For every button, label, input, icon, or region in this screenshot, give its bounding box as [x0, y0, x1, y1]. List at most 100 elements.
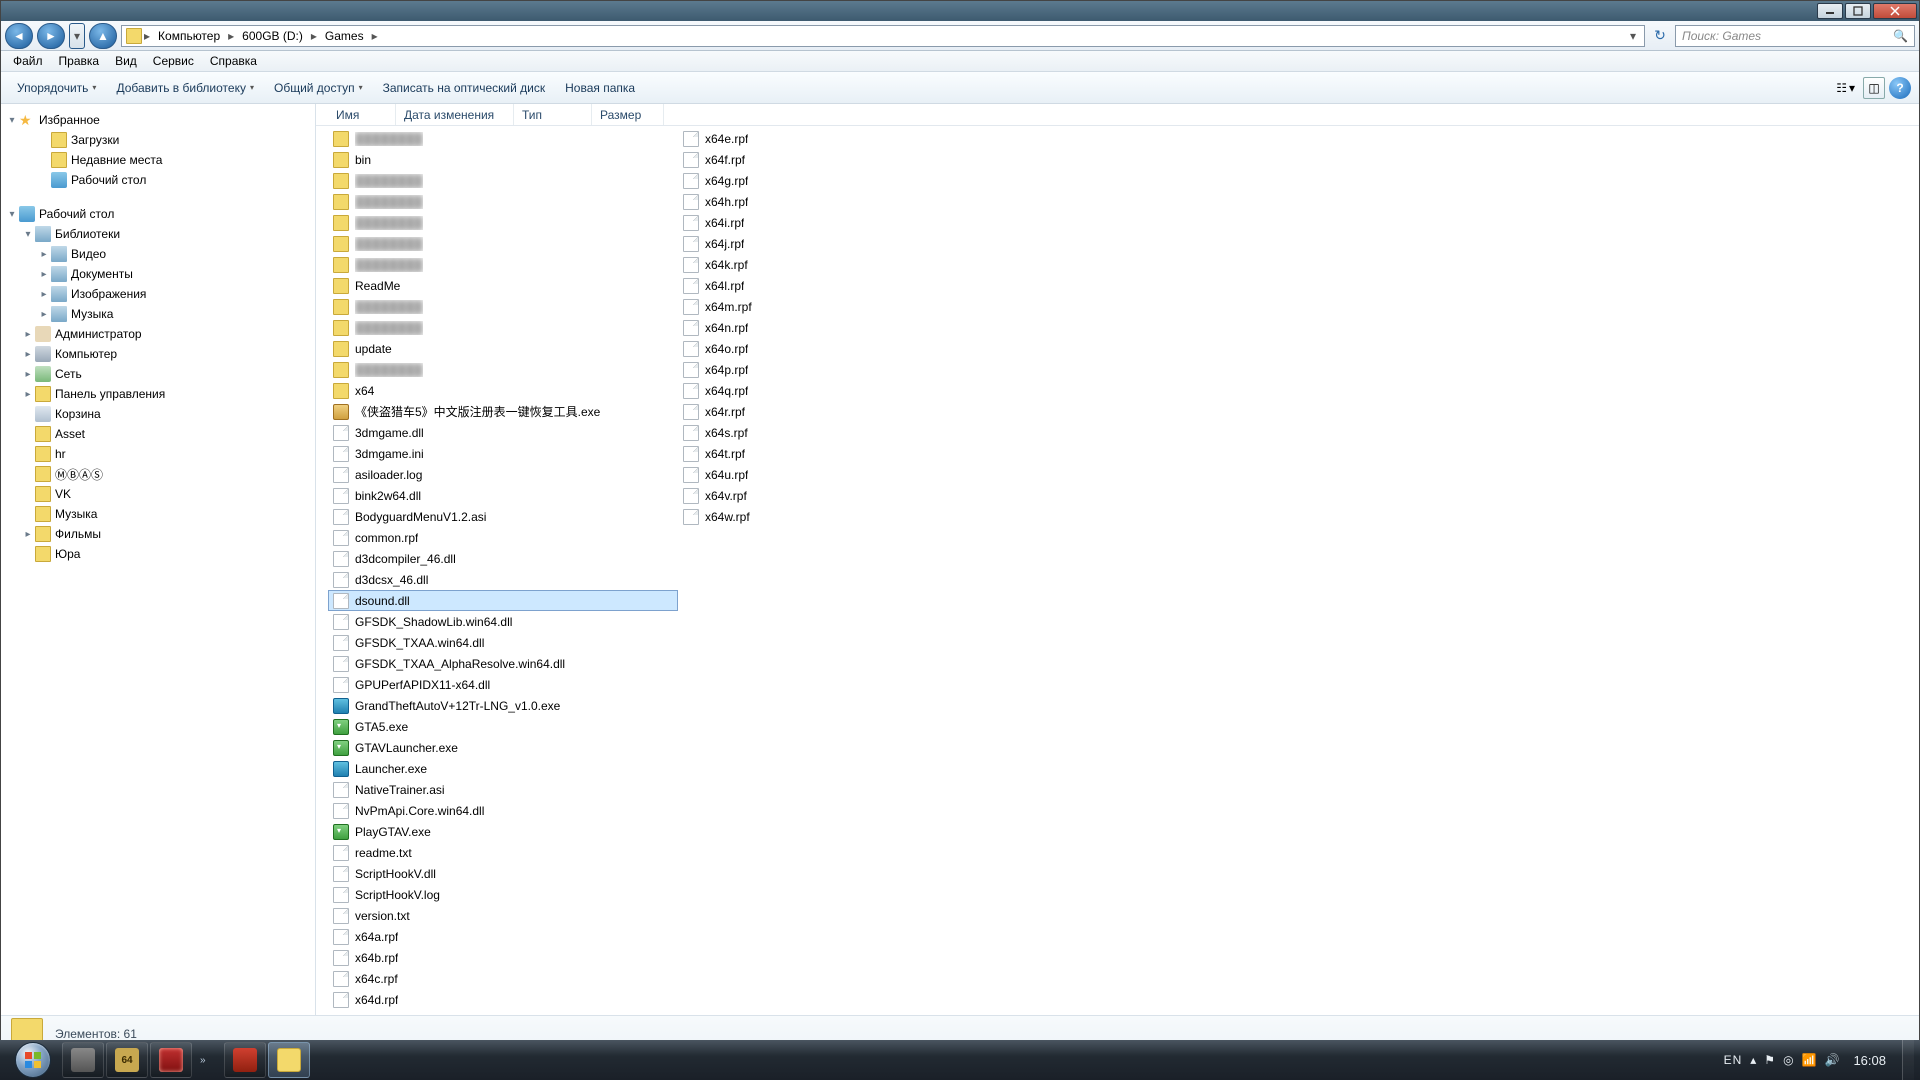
- volume-icon[interactable]: 🔊: [1825, 1053, 1840, 1067]
- maximize-button[interactable]: [1845, 3, 1871, 19]
- file-item[interactable]: x64n.rpf: [678, 317, 1028, 338]
- file-item[interactable]: x64u.rpf: [678, 464, 1028, 485]
- breadcrumb-folder[interactable]: Games: [319, 27, 370, 45]
- action-center-icon[interactable]: ⚑: [1764, 1053, 1775, 1067]
- file-item[interactable]: 《侠盗猎车5》中文版注册表一键恢复工具.exe: [328, 401, 678, 422]
- tree-subitem[interactable]: ▸Изображения: [1, 284, 315, 304]
- col-size[interactable]: Размер: [592, 104, 664, 125]
- file-item[interactable]: x64d.rpf: [328, 989, 678, 1010]
- file-item[interactable]: x64p.rpf: [678, 359, 1028, 380]
- breadcrumb-drive[interactable]: 600GB (D:): [236, 27, 309, 45]
- navigation-tree[interactable]: ▾★ИзбранноеЗагрузкиНедавние местаРабочий…: [1, 104, 316, 1015]
- file-item[interactable]: x64q.rpf: [678, 380, 1028, 401]
- file-item[interactable]: x64b.rpf: [328, 947, 678, 968]
- file-item[interactable]: asiloader.log: [328, 464, 678, 485]
- file-grid[interactable]: ████████bin█████████████████████████████…: [316, 126, 1919, 1015]
- language-indicator[interactable]: EN: [1724, 1053, 1743, 1067]
- taskbar-running-item[interactable]: [224, 1042, 266, 1078]
- tree-item[interactable]: Музыка: [1, 504, 315, 524]
- file-item[interactable]: NativeTrainer.asi: [328, 779, 678, 800]
- tree-fav-item[interactable]: Рабочий стол: [1, 170, 315, 190]
- minimize-button[interactable]: [1817, 3, 1843, 19]
- view-mode-button[interactable]: ☷▾: [1832, 79, 1859, 97]
- tree-item[interactable]: Корзина: [1, 404, 315, 424]
- tree-item[interactable]: VK: [1, 484, 315, 504]
- tree-item[interactable]: ⓂⒷⒶⓈ: [1, 464, 315, 484]
- help-button[interactable]: ?: [1889, 77, 1911, 99]
- tree-subitem[interactable]: ▸Видео: [1, 244, 315, 264]
- file-item[interactable]: NvPmApi.Core.win64.dll: [328, 800, 678, 821]
- taskbar-pinned-item[interactable]: [150, 1042, 192, 1078]
- add-to-library-button[interactable]: Добавить в библиотеку▾: [108, 77, 262, 99]
- burn-button[interactable]: Записать на оптический диск: [375, 77, 554, 99]
- file-item[interactable]: x64o.rpf: [678, 338, 1028, 359]
- menu-help[interactable]: Справка: [202, 52, 265, 70]
- tree-item[interactable]: ▸Сеть: [1, 364, 315, 384]
- nav-up-button[interactable]: ▲: [89, 23, 117, 49]
- tree-desktop[interactable]: ▾Рабочий стол: [1, 204, 315, 224]
- menu-file[interactable]: Файл: [5, 52, 51, 70]
- menu-tools[interactable]: Сервис: [145, 52, 202, 70]
- file-item[interactable]: ████████: [328, 359, 678, 380]
- network-icon[interactable]: 📶: [1802, 1053, 1817, 1067]
- file-item[interactable]: GPUPerfAPIDX11-x64.dll: [328, 674, 678, 695]
- file-item[interactable]: GrandTheftAutoV+12Tr-LNG_v1.0.exe: [328, 695, 678, 716]
- col-type[interactable]: Тип: [514, 104, 592, 125]
- menu-view[interactable]: Вид: [107, 52, 145, 70]
- col-name[interactable]: Имя: [328, 104, 396, 125]
- tree-subitem[interactable]: ▸Музыка: [1, 304, 315, 324]
- tree-item[interactable]: Юра: [1, 544, 315, 564]
- file-item[interactable]: d3dcsx_46.dll: [328, 569, 678, 590]
- file-item[interactable]: ████████: [328, 128, 678, 149]
- tree-fav-item[interactable]: Недавние места: [1, 150, 315, 170]
- nav-forward-button[interactable]: ►: [37, 23, 65, 49]
- taskbar-clock[interactable]: 16:08: [1847, 1053, 1892, 1068]
- organize-button[interactable]: Упорядочить▾: [9, 77, 104, 99]
- nav-history-dropdown[interactable]: ▾: [69, 23, 85, 49]
- file-item[interactable]: GTAVLauncher.exe: [328, 737, 678, 758]
- address-bar[interactable]: ▸ Компьютер ▸ 600GB (D:) ▸ Games ▸ ▾: [121, 25, 1645, 47]
- file-item[interactable]: x64m.rpf: [678, 296, 1028, 317]
- file-item[interactable]: x64a.rpf: [328, 926, 678, 947]
- tree-item[interactable]: ▸Администратор: [1, 324, 315, 344]
- file-item[interactable]: GFSDK_TXAA_AlphaResolve.win64.dll: [328, 653, 678, 674]
- search-input[interactable]: Поиск: Games 🔍: [1675, 25, 1915, 47]
- tree-favorites[interactable]: ▾★Избранное: [1, 110, 315, 130]
- preview-pane-button[interactable]: ◫: [1863, 77, 1885, 99]
- new-folder-button[interactable]: Новая папка: [557, 77, 643, 99]
- file-item[interactable]: x64t.rpf: [678, 443, 1028, 464]
- file-item[interactable]: bink2w64.dll: [328, 485, 678, 506]
- file-item[interactable]: ████████: [328, 317, 678, 338]
- file-item[interactable]: d3dcompiler_46.dll: [328, 548, 678, 569]
- file-item[interactable]: ████████: [328, 170, 678, 191]
- show-desktop-button[interactable]: [1902, 1040, 1914, 1080]
- file-item[interactable]: ████████: [328, 191, 678, 212]
- tree-item[interactable]: hr: [1, 444, 315, 464]
- file-item[interactable]: ScriptHookV.dll: [328, 863, 678, 884]
- nav-back-button[interactable]: ◄: [5, 23, 33, 49]
- breadcrumb-computer[interactable]: Компьютер: [152, 27, 226, 45]
- file-item[interactable]: ReadMe: [328, 275, 678, 296]
- tray-app-icon[interactable]: ◎: [1783, 1053, 1793, 1067]
- chevron-right-icon[interactable]: ▸: [311, 29, 317, 43]
- menu-edit[interactable]: Правка: [51, 52, 108, 70]
- file-item[interactable]: x64h.rpf: [678, 191, 1028, 212]
- taskbar[interactable]: 64 » EN ▴ ⚑ ◎ 📶 🔊 16:08: [0, 1040, 1920, 1080]
- file-item[interactable]: x64j.rpf: [678, 233, 1028, 254]
- window-titlebar[interactable]: [1, 1, 1919, 21]
- file-item[interactable]: x64c.rpf: [328, 968, 678, 989]
- file-item[interactable]: x64v.rpf: [678, 485, 1028, 506]
- file-item[interactable]: ████████: [328, 233, 678, 254]
- taskbar-running-item[interactable]: [268, 1042, 310, 1078]
- file-item[interactable]: ScriptHookV.log: [328, 884, 678, 905]
- file-item[interactable]: x64: [328, 380, 678, 401]
- file-item[interactable]: x64l.rpf: [678, 275, 1028, 296]
- taskbar-pinned-item[interactable]: [62, 1042, 104, 1078]
- file-item[interactable]: ████████: [328, 212, 678, 233]
- file-item[interactable]: update: [328, 338, 678, 359]
- file-item[interactable]: x64f.rpf: [678, 149, 1028, 170]
- file-item[interactable]: bin: [328, 149, 678, 170]
- file-item[interactable]: BodyguardMenuV1.2.asi: [328, 506, 678, 527]
- start-button[interactable]: [6, 1040, 60, 1080]
- file-item[interactable]: x64e.rpf: [678, 128, 1028, 149]
